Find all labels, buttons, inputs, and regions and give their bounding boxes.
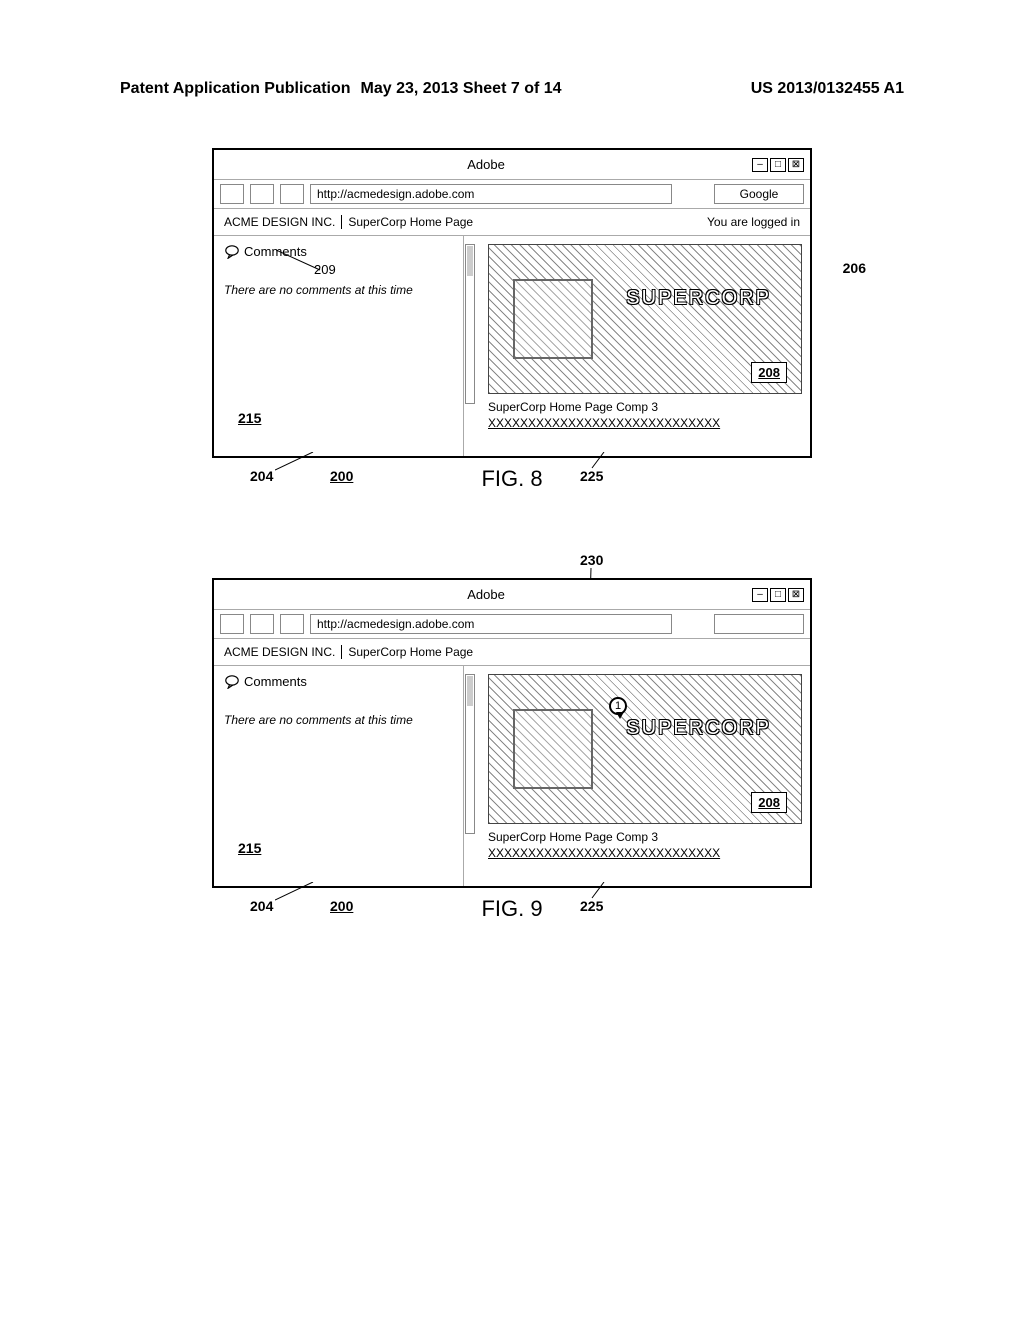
window-title: Adobe	[220, 157, 752, 172]
comment-pin[interactable]: 1	[609, 697, 627, 715]
titlebar: Adobe – □ ⊠	[214, 150, 810, 180]
breadcrumb-company[interactable]: ACME DESIGN INC.	[224, 215, 335, 229]
header-right: US 2013/0132455 A1	[751, 80, 904, 98]
minimize-icon[interactable]: –	[752, 158, 768, 172]
figure-9-wrap: 230 Adobe – □ ⊠	[100, 578, 924, 888]
header-center: May 23, 2013 Sheet 7 of 14	[351, 80, 751, 98]
browser-window: Adobe – □ ⊠ Google	[212, 148, 812, 458]
comments-empty: There are no comments at this time	[224, 713, 453, 727]
close-icon[interactable]: ⊠	[788, 588, 804, 602]
spacer	[100, 528, 924, 578]
minimize-icon[interactable]: –	[752, 588, 768, 602]
window-title: Adobe	[220, 587, 752, 602]
breadcrumb: ACME DESIGN INC. SuperCorp Home Page	[224, 215, 473, 229]
url-input[interactable]	[310, 614, 672, 634]
comp-placeholder: XXXXXXXXXXXXXXXXXXXXXXXXXXXXX	[488, 416, 802, 430]
browser-window: Adobe – □ ⊠ ACM	[212, 578, 812, 888]
callout-206: 206	[843, 260, 866, 276]
logo-placeholder	[513, 709, 593, 789]
comments-heading-row: Comments	[224, 244, 453, 259]
scrollbar[interactable]	[465, 674, 475, 834]
back-button[interactable]	[220, 184, 244, 204]
comments-heading-row: Comments	[224, 674, 453, 689]
content-row: Comments There are no comments at this t…	[214, 666, 810, 886]
comment-icon	[224, 675, 240, 689]
callout-230: 230	[580, 552, 603, 568]
search-box[interactable]	[714, 614, 804, 634]
toolbar: Google	[214, 180, 810, 209]
supercorp-logo-text: SUPERCORP	[626, 717, 771, 740]
window-controls: – □ ⊠	[752, 158, 804, 172]
callout-215: 215	[238, 410, 261, 426]
scrollbar[interactable]	[465, 244, 475, 404]
close-icon[interactable]: ⊠	[788, 158, 804, 172]
figure-8-wrap: 220 206 Adobe – □ ⊠	[100, 148, 924, 458]
breadcrumb-separator	[341, 645, 342, 659]
titlebar: Adobe – □ ⊠	[214, 580, 810, 610]
leader-line-209	[276, 250, 326, 274]
content-row: Comments 209 There are no comments at th…	[214, 236, 810, 456]
search-box[interactable]: Google	[714, 184, 804, 204]
breadcrumb-company[interactable]: ACME DESIGN INC.	[224, 645, 335, 659]
header-left: Patent Application Publication	[120, 80, 351, 98]
comments-panel: Comments 209 There are no comments at th…	[214, 236, 464, 456]
preview-panel: SUPERCORP 208 SuperCorp Home Page Comp 3…	[464, 236, 810, 456]
preview-image[interactable]: SUPERCORP 208	[488, 244, 802, 394]
callout-208: 208	[751, 362, 787, 383]
patent-page: Patent Application Publication May 23, 2…	[0, 0, 1024, 1018]
comp-caption: SuperCorp Home Page Comp 3	[488, 830, 802, 844]
back-button[interactable]	[220, 614, 244, 634]
url-input[interactable]	[310, 184, 672, 204]
preview-panel: 1 SUPERCORP 208 SuperCorp Home Page Comp…	[464, 666, 810, 886]
figure-label: FIG. 9	[100, 896, 924, 922]
comp-caption-block: SuperCorp Home Page Comp 3 XXXXXXXXXXXXX…	[488, 400, 802, 430]
callout-215: 215	[238, 840, 261, 856]
breadcrumb-bar: ACME DESIGN INC. SuperCorp Home Page You…	[214, 209, 810, 236]
breadcrumb-page[interactable]: SuperCorp Home Page	[348, 215, 473, 229]
preview-image[interactable]: 1 SUPERCORP 208	[488, 674, 802, 824]
comp-placeholder: XXXXXXXXXXXXXXXXXXXXXXXXXXXXX	[488, 846, 802, 860]
callout-208: 208	[751, 792, 787, 813]
maximize-icon[interactable]: □	[770, 588, 786, 602]
reload-button[interactable]	[280, 184, 304, 204]
breadcrumb-separator	[341, 215, 342, 229]
comments-panel: Comments There are no comments at this t…	[214, 666, 464, 886]
figures-area: 220 206 Adobe – □ ⊠	[0, 108, 1024, 1018]
forward-button[interactable]	[250, 614, 274, 634]
breadcrumb-bar: ACME DESIGN INC. SuperCorp Home Page	[214, 639, 810, 666]
window-controls: – □ ⊠	[752, 588, 804, 602]
login-status: You are logged in	[707, 215, 800, 229]
comment-icon	[224, 245, 240, 259]
comp-caption: SuperCorp Home Page Comp 3	[488, 400, 802, 414]
forward-button[interactable]	[250, 184, 274, 204]
comments-heading: Comments	[244, 674, 307, 689]
toolbar	[214, 610, 810, 639]
comments-empty: There are no comments at this time	[224, 283, 453, 297]
supercorp-logo-text: SUPERCORP	[626, 287, 771, 310]
logo-placeholder	[513, 279, 593, 359]
breadcrumb: ACME DESIGN INC. SuperCorp Home Page	[224, 645, 473, 659]
breadcrumb-page[interactable]: SuperCorp Home Page	[348, 645, 473, 659]
maximize-icon[interactable]: □	[770, 158, 786, 172]
figure-label: FIG. 8	[100, 466, 924, 492]
reload-button[interactable]	[280, 614, 304, 634]
comp-caption-block: SuperCorp Home Page Comp 3 XXXXXXXXXXXXX…	[488, 830, 802, 860]
page-header: Patent Application Publication May 23, 2…	[0, 0, 1024, 108]
